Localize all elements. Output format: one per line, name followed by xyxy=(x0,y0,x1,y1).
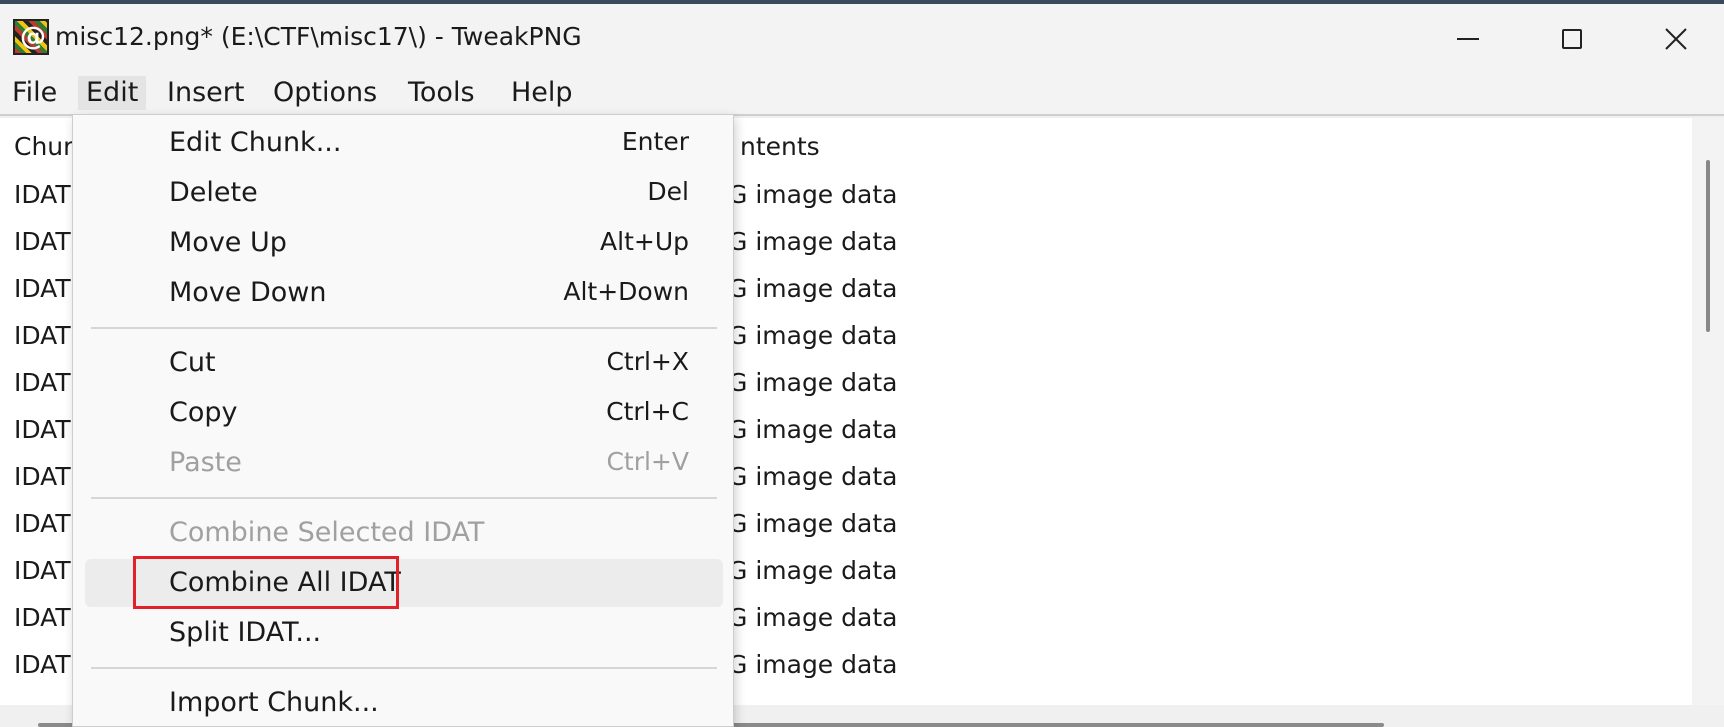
menu-item-shortcut: Alt+Down xyxy=(563,277,689,306)
chunk-name: IDAT xyxy=(14,321,71,350)
menu-item-delete[interactable]: Delete Del xyxy=(85,169,723,217)
vertical-scroll-thumb[interactable] xyxy=(1706,160,1710,332)
column-header-contents[interactable]: ntents xyxy=(740,132,820,161)
menu-item-shortcut: Del xyxy=(647,177,689,206)
menu-item-cut[interactable]: Cut Ctrl+X xyxy=(85,339,723,387)
close-icon xyxy=(1665,28,1687,50)
edit-menu-dropdown: Edit Chunk... Enter Delete Del Move Up A… xyxy=(72,114,734,727)
chunk-contents: G image data xyxy=(728,227,898,256)
chunk-contents: G image data xyxy=(728,462,898,491)
chunk-name: IDAT xyxy=(14,368,71,397)
menu-item-shortcut: Ctrl+V xyxy=(606,447,689,476)
menu-item-label: Cut xyxy=(169,347,216,378)
menu-item-combine-selected-idat: Combine Selected IDAT xyxy=(85,509,723,557)
menu-file[interactable]: File xyxy=(12,76,57,110)
chunk-contents: G image data xyxy=(728,321,898,350)
menu-item-shortcut: Ctrl+X xyxy=(606,347,689,376)
chunk-name: IDAT xyxy=(14,603,71,632)
menu-insert[interactable]: Insert xyxy=(167,76,244,110)
minimize-button[interactable] xyxy=(1418,8,1518,70)
menu-item-paste: Paste Ctrl+V xyxy=(85,439,723,487)
maximize-icon xyxy=(1562,29,1582,49)
maximize-button[interactable] xyxy=(1522,8,1622,70)
chunk-name: IDAT xyxy=(14,509,71,538)
minimize-icon xyxy=(1457,38,1479,40)
menu-item-split-idat[interactable]: Split IDAT... xyxy=(85,609,723,657)
chunk-name: IDAT xyxy=(14,415,71,444)
menu-options[interactable]: Options xyxy=(273,76,377,110)
menu-item-label: Move Up xyxy=(169,227,287,258)
column-header-chunk[interactable]: Chur xyxy=(14,132,73,161)
chunk-name: IDAT xyxy=(14,462,71,491)
chunk-contents: G image data xyxy=(728,368,898,397)
menu-item-label: Move Down xyxy=(169,277,327,308)
menu-separator xyxy=(91,667,717,669)
menu-item-move-down[interactable]: Move Down Alt+Down xyxy=(85,269,723,317)
chunk-contents: G image data xyxy=(728,603,898,632)
window-title: misc12.png* (E:\CTF\misc17\) - TweakPNG xyxy=(55,22,582,51)
menu-tools[interactable]: Tools xyxy=(408,76,475,110)
menu-bar: File Edit Insert Options Tools Help xyxy=(0,70,1724,116)
menu-item-copy[interactable]: Copy Ctrl+C xyxy=(85,389,723,437)
highlight-annotation-box xyxy=(133,556,399,609)
menu-item-label: Combine Selected IDAT xyxy=(169,517,485,548)
vertical-scrollbar[interactable] xyxy=(1692,118,1724,705)
menu-item-label: Delete xyxy=(169,177,258,208)
menu-separator xyxy=(91,327,717,329)
chunk-contents: G image data xyxy=(728,180,898,209)
menu-edit[interactable]: Edit xyxy=(78,76,147,110)
chunk-name: IDAT xyxy=(14,180,71,209)
menu-item-label: Import Chunk... xyxy=(169,687,379,718)
tweakpng-app-icon[interactable] xyxy=(13,19,49,55)
menu-help[interactable]: Help xyxy=(511,76,573,110)
menu-item-shortcut: Alt+Up xyxy=(600,227,689,256)
chunk-contents: G image data xyxy=(728,650,898,679)
chunk-name: IDAT xyxy=(14,556,71,585)
menu-separator xyxy=(91,497,717,499)
menu-item-shortcut: Ctrl+C xyxy=(606,397,689,426)
menu-item-move-up[interactable]: Move Up Alt+Up xyxy=(85,219,723,267)
menu-item-edit-chunk[interactable]: Edit Chunk... Enter xyxy=(85,119,723,167)
menu-item-shortcut: Enter xyxy=(621,127,689,156)
chunk-name: IDAT xyxy=(14,274,71,303)
menu-item-label: Edit Chunk... xyxy=(169,127,342,158)
chunk-contents: G image data xyxy=(728,415,898,444)
chunk-contents: G image data xyxy=(728,509,898,538)
chunk-contents: G image data xyxy=(728,274,898,303)
menu-item-import-chunk[interactable]: Import Chunk... xyxy=(85,679,723,727)
menu-item-label: Copy xyxy=(169,397,238,428)
title-bar: misc12.png* (E:\CTF\misc17\) - TweakPNG xyxy=(0,4,1724,70)
chunk-name: IDAT xyxy=(14,650,71,679)
menu-item-label: Paste xyxy=(169,447,242,478)
chunk-contents: G image data xyxy=(728,556,898,585)
close-button[interactable] xyxy=(1626,8,1724,70)
chunk-name: IDAT xyxy=(14,227,71,256)
menu-item-label: Split IDAT... xyxy=(169,617,322,648)
